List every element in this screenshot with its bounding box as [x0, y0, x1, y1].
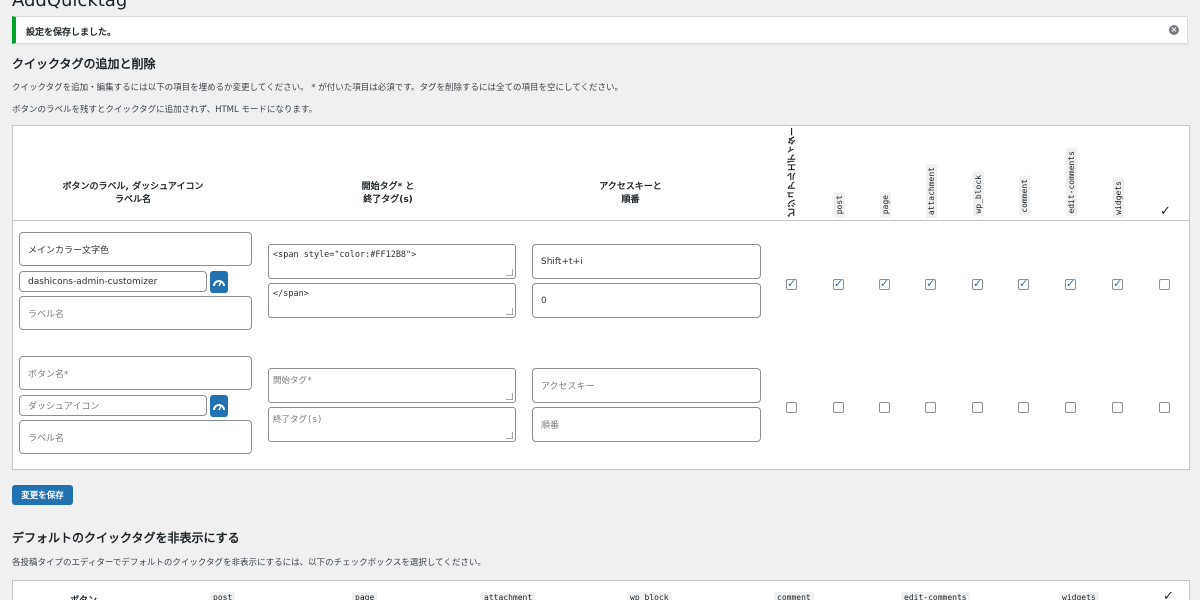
- col-header-access-line2: 順番: [621, 195, 640, 205]
- col-header-tags-line1: 開始タグ* と: [361, 182, 415, 192]
- save-changes-button[interactable]: 変更を保存: [12, 485, 73, 505]
- checkbox-edit-comments[interactable]: [1065, 277, 1076, 290]
- checkbox-page[interactable]: [879, 277, 890, 290]
- dashicon-picker-button[interactable]: [210, 395, 228, 417]
- button-name-input[interactable]: メインカラー文字色: [19, 232, 252, 266]
- button-name-input[interactable]: ボタン名*: [19, 356, 252, 390]
- checkbox-select-all[interactable]: [1159, 402, 1170, 413]
- order-input[interactable]: 0: [532, 283, 761, 318]
- end-tag-textarea[interactable]: </span>: [268, 283, 516, 318]
- label-name-input[interactable]: ラベル名: [19, 296, 252, 330]
- header-button: ボタン: [67, 592, 100, 600]
- col-header-tags-line2: 終了タグ(s): [363, 195, 413, 205]
- hide-defaults-table: ボタン post page attachment wp_block commen…: [12, 580, 1190, 600]
- header-check-all: ✓: [1163, 589, 1174, 600]
- header-check-all: ✓: [1160, 204, 1171, 219]
- section-description-hide-defaults: 各投稿タイプのエディターでデフォルトのクイックタグを非表示にするには、以下のチェ…: [12, 558, 486, 568]
- checkbox-comment[interactable]: [1018, 277, 1029, 290]
- header-visual-editor: ビジュアルエディター: [788, 127, 798, 217]
- header-page: page: [880, 192, 891, 218]
- start-tag-textarea[interactable]: 開始タグ*: [268, 368, 516, 403]
- success-notice: 設定を保存しました。 ×: [12, 16, 1188, 44]
- dashicon-picker-button[interactable]: [210, 271, 228, 293]
- col-header-label-line2: ラベル名: [114, 195, 151, 205]
- header-edit-comments: edit-comments: [1066, 148, 1077, 217]
- dashicon-input[interactable]: dashicons-admin-customizer: [19, 271, 207, 292]
- checkbox-attachment[interactable]: [925, 402, 936, 413]
- header-divider: [13, 220, 1189, 221]
- checkbox-visual-editor[interactable]: [786, 402, 797, 413]
- header-widgets: widgets: [1059, 592, 1099, 600]
- col-header-label-line1: ボタンのラベル, ダッシュアイコン: [62, 182, 204, 192]
- col-header-access-line1: アクセスキーと: [599, 182, 662, 192]
- section-title-hide-defaults: デフォルトのクイックタグを非表示にする: [12, 531, 240, 545]
- header-widgets: widgets: [1113, 178, 1124, 218]
- checkbox-attachment[interactable]: [925, 277, 936, 290]
- header-post: post: [834, 192, 845, 218]
- checkbox-select-all[interactable]: [1159, 279, 1170, 290]
- header-comment: comment: [774, 592, 814, 600]
- section-description: クイックタグを追加・編集するには以下の項目を埋めるか変更してください。 * が付…: [12, 83, 623, 93]
- end-tag-textarea[interactable]: 終了タグ(s): [268, 407, 516, 442]
- header-post: post: [210, 592, 236, 600]
- checkbox-wp-block[interactable]: [972, 402, 983, 413]
- section-title-quicktags: クイックタグの追加と削除: [12, 57, 156, 71]
- quicktags-table: ボタンのラベル, ダッシュアイコン ラベル名 開始タグ* と 終了タグ(s) ア…: [12, 125, 1190, 470]
- header-page: page: [352, 592, 378, 600]
- start-tag-textarea[interactable]: <span style="color:#FF12B8">: [268, 244, 516, 279]
- header-attachment: attachment: [481, 592, 536, 600]
- col-header-tags: 開始タグ* と 終了タグ(s): [313, 181, 463, 207]
- dashboard-icon: [213, 404, 225, 411]
- checkbox-edit-comments[interactable]: [1065, 402, 1076, 413]
- order-input[interactable]: 順番: [532, 407, 761, 442]
- col-header-access: アクセスキーと 順番: [573, 181, 688, 207]
- header-comment: comment: [1019, 176, 1030, 216]
- header-attachment: attachment: [926, 164, 937, 219]
- checkbox-visual-editor[interactable]: [786, 277, 797, 290]
- header-wp-block: wp_block: [973, 172, 984, 217]
- checkbox-post[interactable]: [833, 277, 844, 290]
- checkbox-widgets[interactable]: [1112, 402, 1123, 413]
- section-description-2: ボタンのラベルを残すとクイックタグに追加されず、HTML モードになります。: [12, 105, 318, 115]
- page-title: AddQuicktag: [12, 0, 128, 11]
- checkbox-widgets[interactable]: [1112, 277, 1123, 290]
- checkbox-post[interactable]: [833, 402, 844, 413]
- header-edit-comments: edit-comments: [901, 592, 970, 600]
- access-key-input[interactable]: Shift+t+i: [532, 244, 761, 279]
- dashboard-icon: [213, 280, 225, 287]
- checkbox-comment[interactable]: [1018, 402, 1029, 413]
- notice-text: 設定を保存しました。: [26, 28, 117, 38]
- checkbox-page[interactable]: [879, 402, 890, 413]
- header-wp-block: wp_block: [627, 592, 672, 600]
- access-key-input[interactable]: アクセスキー: [532, 368, 761, 403]
- dashicon-input[interactable]: ダッシュアイコン: [19, 395, 207, 416]
- close-circle-icon[interactable]: ×: [1169, 25, 1179, 35]
- label-name-input[interactable]: ラベル名: [19, 420, 252, 454]
- col-header-label: ボタンのラベル, ダッシュアイコン ラベル名: [43, 181, 223, 207]
- checkbox-wp-block[interactable]: [972, 277, 983, 290]
